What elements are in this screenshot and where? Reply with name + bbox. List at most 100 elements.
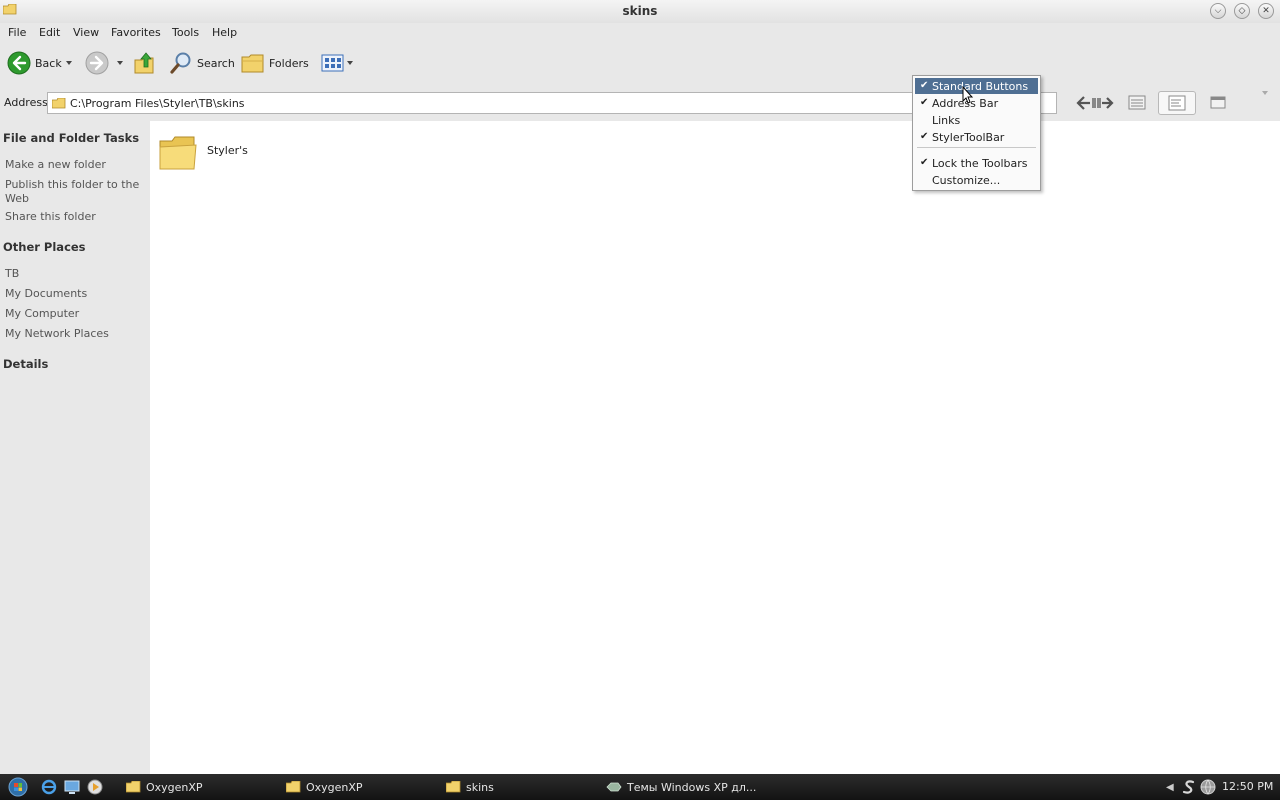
folder-item[interactable]: Styler's [158,133,288,178]
menu-item-label: Links [932,114,961,127]
folder-icon [52,98,66,109]
up-folder-button[interactable] [134,50,156,76]
checkmark-icon: ✔ [920,157,929,168]
address-value: C:\Program Files\Styler\TB\skins [70,97,245,110]
standard-toolbar: Back Search Folders [0,43,1280,83]
folders-button[interactable]: Folders [241,50,309,76]
clock[interactable]: 12:50 PM [1222,780,1273,793]
task-label: OxygenXP [146,780,203,794]
back-button[interactable]: Back [7,50,62,76]
menu-item-links[interactable]: Links [915,112,1038,128]
menu-item-standard-buttons[interactable]: ✔ Standard Buttons [915,78,1038,94]
fish-icon [606,782,622,792]
menu-item-label: StylerToolBar [932,131,1005,144]
menu-help[interactable]: Help [212,26,237,39]
menu-favorites[interactable]: Favorites [111,26,161,39]
search-button[interactable]: Search [169,50,235,76]
styler-s-icon [1182,780,1195,794]
task-browser[interactable]: Темы Windows XP дл... [606,778,756,796]
title-bar: skins ⌵ ◇ ✕ [0,0,1280,23]
folder-icon [159,136,197,170]
styler-toolbar [1060,90,1280,116]
forward-dropdown-icon[interactable] [117,61,123,65]
task-oxygenxp-1[interactable]: OxygenXP [126,778,203,796]
views-dropdown-icon[interactable] [347,61,353,65]
forward-arrow-icon [85,51,109,75]
toolbars-context-menu: ✔ Standard Buttons ✔ Address Bar Links ✔… [912,75,1041,191]
menu-edit[interactable]: Edit [39,26,60,39]
menu-item-lock-toolbars[interactable]: ✔ Lock the Toolbars [915,155,1038,171]
styler-preview-button[interactable] [1206,91,1230,115]
menu-tools[interactable]: Tools [172,26,199,39]
close-button[interactable]: ✕ [1258,3,1274,19]
start-orb-icon [8,777,28,797]
place-tb[interactable]: TB [5,267,145,281]
back-label: Back [35,56,62,70]
menu-item-label: Lock the Toolbars [932,157,1028,170]
file-list: Styler's [150,121,1280,774]
folder-icon [286,781,301,793]
folders-label: Folders [269,56,309,70]
start-button[interactable] [8,777,28,797]
tray-expand[interactable]: ◀ [1166,778,1174,796]
quicklaunch-media[interactable] [86,778,104,796]
menu-bar: File Edit View Favorites Tools Help [0,23,1280,43]
task-oxygenxp-2[interactable]: OxygenXP [286,778,363,796]
media-player-icon [87,779,103,795]
menu-item-label: Customize... [932,174,1001,187]
details-icon [1168,95,1186,111]
network-globe-icon [1200,779,1216,795]
quicklaunch-explorer[interactable] [63,778,81,796]
checkmark-icon: ✔ [920,80,929,91]
address-input[interactable]: C:\Program Files\Styler\TB\skins [47,92,1057,114]
close-icon: ✕ [1262,6,1270,16]
arrow-right-icon [1092,97,1114,109]
menu-file[interactable]: File [8,26,26,39]
back-arrow-icon [7,51,31,75]
task-publish-folder[interactable]: Publish this folder to the Web [5,178,145,206]
place-my-network-places[interactable]: My Network Places [5,327,145,341]
computer-icon [64,780,80,794]
styler-view-button[interactable] [1126,91,1150,115]
minimize-button[interactable]: ⌵ [1210,3,1226,19]
folder-icon [126,781,141,793]
details-heading[interactable]: Details [3,357,48,371]
folder-name: Styler's [207,144,248,157]
styler-forward-button[interactable] [1090,91,1116,115]
tasks-heading[interactable]: File and Folder Tasks [3,131,139,145]
back-dropdown-icon[interactable] [66,61,72,65]
task-skins[interactable]: skins [446,778,494,796]
menu-item-customize[interactable]: Customize... [915,172,1038,188]
task-share-folder[interactable]: Share this folder [5,210,145,224]
quicklaunch-ie[interactable] [40,778,58,796]
place-my-documents[interactable]: My Documents [5,287,145,301]
chevron-down-icon: ⌵ [1214,6,1222,16]
checkmark-icon: ✔ [920,131,929,142]
menu-separator [917,147,1036,148]
toolbar-overflow-icon[interactable] [1262,91,1268,95]
address-label: Address [4,96,48,109]
tiles-icon [1128,95,1146,110]
task-label: OxygenXP [306,780,363,794]
views-button[interactable] [321,50,345,76]
menu-view[interactable]: View [73,26,99,39]
menu-item-address-bar[interactable]: ✔ Address Bar [915,95,1038,111]
other-places-heading[interactable]: Other Places [3,240,86,254]
forward-button[interactable] [85,50,109,76]
diamond-icon: ◇ [1238,6,1246,16]
tray-styler[interactable] [1181,778,1197,796]
internet-explorer-icon [41,779,57,795]
task-make-new-folder[interactable]: Make a new folder [5,158,145,172]
window-icon [1210,96,1226,109]
mouse-cursor-icon [962,86,974,104]
folder-icon [446,781,461,793]
tray-network[interactable] [1200,778,1216,796]
window-title: skins [622,4,658,18]
address-bar: Address C:\Program Files\Styler\TB\skins [0,90,1060,116]
menu-item-stylertoolbar[interactable]: ✔ StylerToolBar [915,129,1038,145]
place-my-computer[interactable]: My Computer [5,307,145,321]
search-label: Search [197,56,235,70]
menu-item-label: Standard Buttons [932,80,1029,93]
maximize-button[interactable]: ◇ [1234,3,1250,19]
styler-folders-button[interactable] [1158,91,1196,115]
